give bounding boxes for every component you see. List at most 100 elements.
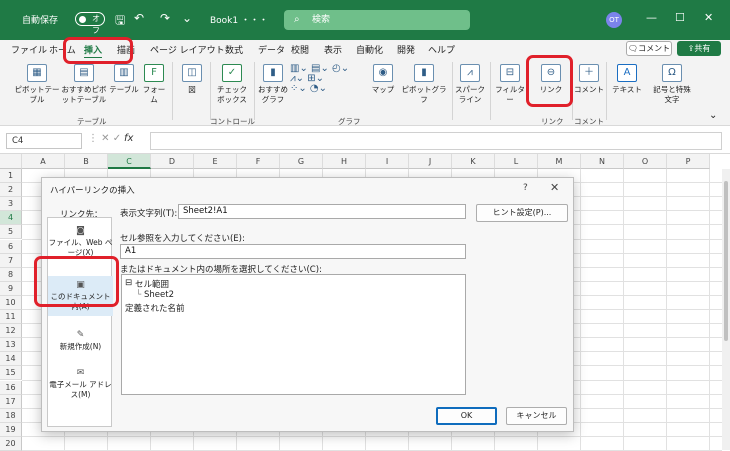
text-button[interactable]: A テキスト xyxy=(610,64,644,95)
close-icon[interactable]: ✕ xyxy=(550,181,559,194)
search-box[interactable]: ⌕ 検索 xyxy=(284,10,470,30)
help-icon[interactable]: ? xyxy=(523,183,528,193)
row-header[interactable]: 20 xyxy=(0,436,22,451)
column-header[interactable]: A xyxy=(22,154,65,169)
checkbox-button[interactable]: ✓ チェックボックス xyxy=(214,64,250,105)
select-all-corner[interactable] xyxy=(0,154,22,169)
row-header[interactable]: 16 xyxy=(0,380,22,395)
column-header[interactable]: C xyxy=(108,154,151,169)
row-header[interactable]: 14 xyxy=(0,352,22,367)
avatar[interactable]: OT xyxy=(606,12,622,28)
autosave-toggle[interactable]: オフ xyxy=(75,12,105,35)
row-header[interactable]: 17 xyxy=(0,394,22,409)
group-table-label: テーブル xyxy=(77,117,107,126)
close-window-icon[interactable]: ✕ xyxy=(704,11,713,24)
cancel-button[interactable]: キャンセル xyxy=(506,407,567,425)
pivot-table-icon: ▦ xyxy=(27,64,47,82)
comment-ribbon-button[interactable]: ＋ コメント xyxy=(574,64,604,95)
row-header[interactable]: 18 xyxy=(0,408,22,423)
tab-review[interactable]: 校閲 xyxy=(291,43,309,56)
row-header[interactable]: 7 xyxy=(0,253,22,268)
vertical-scrollbar[interactable] xyxy=(722,169,730,450)
recommended-chart-button[interactable]: ▮ おすすめグラフ xyxy=(258,64,288,105)
column-header[interactable]: G xyxy=(280,154,323,169)
formula-input[interactable] xyxy=(150,132,722,150)
save-icon[interactable]: 🖫 xyxy=(115,11,125,32)
group-chart-label: グラフ xyxy=(338,117,361,126)
column-header[interactable]: I xyxy=(366,154,409,169)
row-header[interactable]: 4 xyxy=(0,211,22,226)
tab-developer[interactable]: 開発 xyxy=(397,43,415,56)
row-header[interactable]: 11 xyxy=(0,310,22,324)
column-header[interactable]: E xyxy=(194,154,237,169)
display-text-input[interactable]: Sheet2!A1 xyxy=(178,204,466,219)
table-button[interactable]: ▥ テーブル xyxy=(108,64,140,95)
row-header[interactable]: 12 xyxy=(0,324,22,339)
maximize-icon[interactable]: ☐ xyxy=(675,11,685,24)
tab-help[interactable]: ヘルプ xyxy=(428,43,455,56)
column-header[interactable]: M xyxy=(538,154,581,169)
map-button[interactable]: ◉ マップ xyxy=(368,64,398,95)
formula-actions[interactable]: ⋮ ✕ ✓ xyxy=(88,133,121,144)
row-header[interactable]: 13 xyxy=(0,338,22,353)
minimize-icon[interactable]: — xyxy=(646,11,657,24)
row-header[interactable]: 5 xyxy=(0,225,22,240)
column-header[interactable]: F xyxy=(237,154,280,169)
tab-view[interactable]: 表示 xyxy=(324,43,342,56)
row-header[interactable]: 10 xyxy=(0,295,22,310)
row-header[interactable]: 6 xyxy=(0,239,22,254)
fx-icon[interactable]: fx xyxy=(124,133,133,144)
redo-icon[interactable]: ↷ xyxy=(160,11,170,25)
share-button[interactable]: ⇪共有 xyxy=(677,41,721,56)
pivot-table-button[interactable]: ▦ ピボットテーブル xyxy=(14,64,60,105)
column-header[interactable]: J xyxy=(409,154,452,169)
row-header[interactable]: 9 xyxy=(0,281,22,296)
row-header[interactable]: 2 xyxy=(0,183,22,198)
column-header[interactable]: N xyxy=(581,154,624,169)
column-header[interactable]: H xyxy=(323,154,366,169)
column-header[interactable]: B xyxy=(65,154,108,169)
column-header[interactable]: P xyxy=(667,154,710,169)
document-place-tree[interactable]: ⊟ セル範囲 └ Sheet2 定義された名前 xyxy=(121,274,466,395)
tab-page-layout[interactable]: ページ レイアウト xyxy=(150,43,225,56)
tab-automate[interactable]: 自動化 xyxy=(356,43,383,56)
column-header[interactable]: D xyxy=(151,154,194,169)
highlight-this-document xyxy=(34,256,119,307)
illustration-button[interactable]: ◫ 図 xyxy=(178,64,206,95)
ribbon-collapse-icon[interactable]: ⌄ xyxy=(709,110,717,121)
ok-button[interactable]: OK xyxy=(436,407,497,425)
tree-node-sheet2[interactable]: Sheet2 xyxy=(144,290,174,300)
customize-icon[interactable]: ⌄ xyxy=(182,11,192,25)
pivot-chart-button[interactable]: ▮ ピボットグラフ xyxy=(400,64,448,105)
tree-collapse-icon[interactable]: ⊟ xyxy=(125,278,132,288)
tab-data[interactable]: データ xyxy=(258,43,285,56)
row-header[interactable]: 19 xyxy=(0,422,22,437)
title-bar: 自動保存 オフ 🖫 ↶ ↷ ⌄ Book1 ・・・ ⌕ 検索 OT — ☐ ✕ xyxy=(0,0,730,40)
tab-formulas[interactable]: 数式 xyxy=(225,43,243,56)
comment-button[interactable]: 🗨コメント xyxy=(626,41,672,56)
name-box[interactable]: C4 xyxy=(6,133,82,149)
recommended-pivot-button[interactable]: ▤ おすすめピボットテーブル xyxy=(58,64,110,105)
tooltip-button[interactable]: ヒント設定(P)... xyxy=(476,204,568,222)
link-option-file-web[interactable]: ◙ ファイル、Web ページ(X) xyxy=(48,226,113,258)
tab-file[interactable]: ファイル xyxy=(11,43,47,56)
column-header[interactable]: O xyxy=(624,154,667,169)
chart-types-gallery[interactable]: ▥⌄ ▤⌄ ◴⌄ ⩘⌄ ⊞⌄ ⁘⌄ ◔⌄ xyxy=(290,64,350,94)
tree-node-defined-names[interactable]: 定義された名前 xyxy=(125,302,185,314)
row-header[interactable]: 1 xyxy=(0,169,22,183)
row-header[interactable]: 8 xyxy=(0,267,22,282)
undo-icon[interactable]: ↶ xyxy=(134,11,144,25)
column-header[interactable]: L xyxy=(495,154,538,169)
link-option-new-document[interactable]: ✎ 新規作成(N) xyxy=(48,330,113,352)
tree-node-cell-range[interactable]: セル範囲 xyxy=(135,278,169,290)
row-header[interactable]: 15 xyxy=(0,366,22,381)
column-header[interactable]: K xyxy=(452,154,495,169)
form-button[interactable]: F フォーム xyxy=(140,64,168,105)
row-header[interactable]: 3 xyxy=(0,197,22,212)
link-option-email[interactable]: ✉ 電子メール アドレス(M) xyxy=(48,368,113,400)
comment-icon: 🗨 xyxy=(627,44,639,53)
cell-ref-input[interactable]: A1 xyxy=(120,244,466,259)
symbol-button[interactable]: Ω 記号と特殊文字 xyxy=(650,64,694,105)
sparkline-button[interactable]: ⩘ スパークライン xyxy=(454,64,486,105)
filter-button[interactable]: ⊟ フィルター xyxy=(492,64,528,105)
